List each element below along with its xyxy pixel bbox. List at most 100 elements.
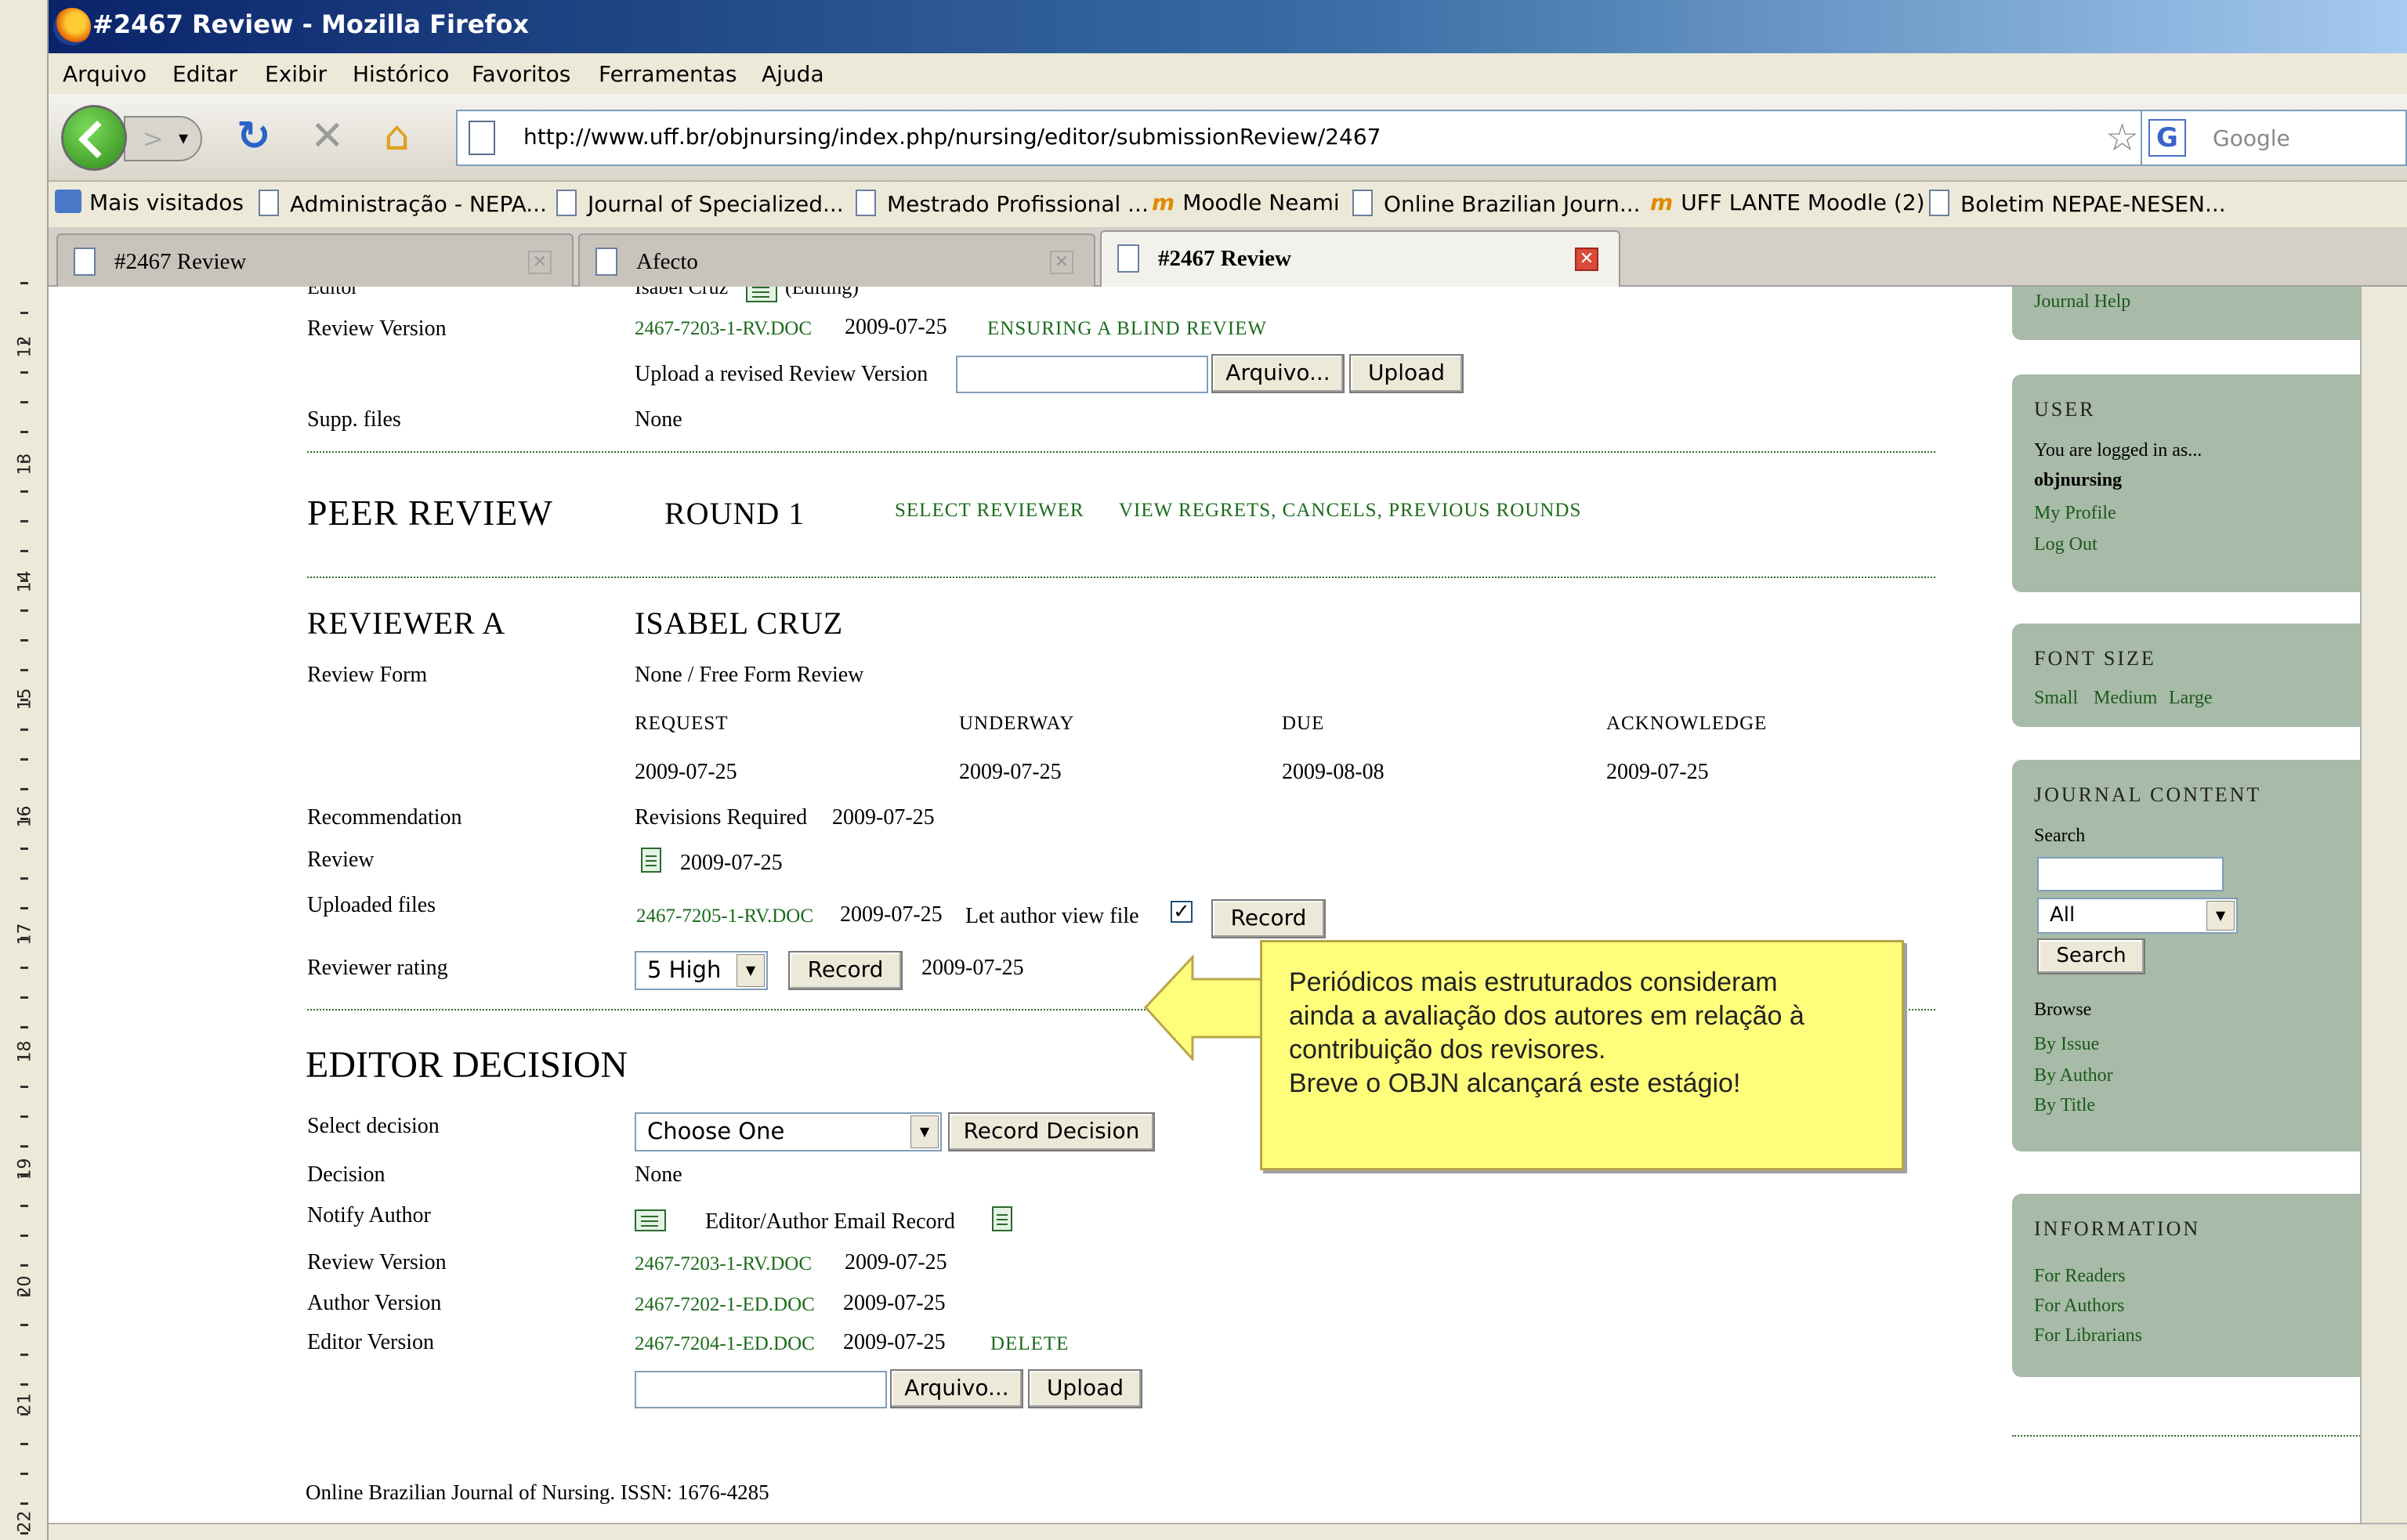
font-large-link[interactable]: Large bbox=[2169, 688, 2213, 709]
by-title-link[interactable]: By Title bbox=[2034, 1095, 2095, 1116]
reviewer-rating-label: Reviewer rating bbox=[307, 956, 448, 980]
review-file-link[interactable]: 2467-7203-1-RV.DOC bbox=[635, 1253, 812, 1275]
browse-button[interactable]: Arquivo... bbox=[1211, 354, 1345, 393]
search-placeholder[interactable]: Google bbox=[2213, 125, 2290, 151]
for-readers-link[interactable]: For Readers bbox=[2034, 1266, 2126, 1287]
ruler-tick bbox=[20, 1294, 28, 1296]
bookmark-item[interactable]: Administração - NEPA... bbox=[259, 190, 547, 217]
ruler-tick bbox=[20, 1383, 28, 1386]
editor-file-input[interactable] bbox=[635, 1371, 887, 1408]
log-out-link[interactable]: Log Out bbox=[2034, 534, 2098, 555]
delete-link[interactable]: DELETE bbox=[990, 1333, 1069, 1355]
menu-ferramentas[interactable]: Ferramentas bbox=[599, 61, 737, 87]
bookmark-item[interactable]: m UFF LANTE Moodle (2) bbox=[1650, 190, 1925, 215]
by-author-link[interactable]: By Author bbox=[2034, 1065, 2113, 1086]
font-size-heading: FONT SIZE bbox=[2034, 647, 2156, 670]
page-icon bbox=[469, 121, 495, 155]
stop-icon[interactable]: ✕ bbox=[310, 111, 345, 161]
let-author-view-checkbox[interactable]: ✓ bbox=[1171, 901, 1193, 923]
ruler-tick bbox=[20, 788, 28, 790]
sidebar-search-input[interactable] bbox=[2037, 857, 2224, 891]
bookmark-item[interactable]: Online Brazilian Journ... bbox=[1352, 190, 1641, 217]
bookmark-item[interactable]: Boletim NEPAE-NESEN... bbox=[1929, 190, 2226, 217]
tab-review-1[interactable]: #2467 Review ✕ bbox=[56, 233, 574, 287]
column-due: DUE bbox=[1282, 713, 1325, 734]
decision-select[interactable]: Choose One ▼ bbox=[635, 1112, 942, 1151]
user-box: USER You are logged in as... objnursing … bbox=[2012, 374, 2360, 592]
revised-file-input[interactable] bbox=[956, 356, 1208, 393]
rating-select[interactable]: 5 High ▼ bbox=[635, 951, 768, 990]
for-librarians-link[interactable]: For Librarians bbox=[2034, 1325, 2142, 1347]
bookmark-star-icon[interactable]: ☆ bbox=[2105, 116, 2139, 160]
menu-exibir[interactable]: Exibir bbox=[265, 61, 327, 87]
menu-favoritos[interactable]: Favoritos bbox=[472, 61, 570, 87]
document-icon[interactable] bbox=[641, 848, 661, 873]
tab-review-active[interactable]: #2467 Review ✕ bbox=[1100, 230, 1620, 287]
record-file-button[interactable]: Record bbox=[1211, 899, 1326, 938]
upload-button[interactable]: Upload bbox=[1028, 1369, 1142, 1408]
bookmark-item[interactable]: m Moodle Neami bbox=[1152, 190, 1340, 215]
google-icon[interactable]: G bbox=[2148, 119, 2186, 157]
record-decision-button[interactable]: Record Decision bbox=[948, 1112, 1155, 1151]
record-rating-button[interactable]: Record bbox=[788, 951, 903, 990]
bookmark-item[interactable]: Mestrado Profissional ... bbox=[856, 190, 1149, 217]
editor-file-link[interactable]: 2467-7204-1-ED.DOC bbox=[635, 1333, 815, 1355]
search-scope-select[interactable]: All ▼ bbox=[2037, 898, 2238, 934]
menu-ajuda[interactable]: Ajuda bbox=[762, 61, 824, 87]
email-icon[interactable] bbox=[746, 287, 777, 302]
tab-afecto[interactable]: Afecto ✕ bbox=[578, 233, 1095, 287]
for-authors-link[interactable]: For Authors bbox=[2034, 1296, 2124, 1317]
moodle-icon: m bbox=[1650, 190, 1674, 215]
ruler-label: 21 bbox=[15, 1393, 35, 1415]
journal-help-link[interactable]: Journal Help bbox=[2034, 291, 2130, 313]
menu-arquivo[interactable]: Arquivo bbox=[63, 61, 147, 87]
uploaded-file-link[interactable]: 2467-7205-1-RV.DOC bbox=[636, 906, 813, 927]
by-issue-link[interactable]: By Issue bbox=[2034, 1034, 2099, 1055]
ruler-label: 22 bbox=[15, 1510, 35, 1533]
chevron-down-icon[interactable]: ▼ bbox=[910, 1115, 939, 1148]
close-tab-icon[interactable]: ✕ bbox=[1575, 248, 1598, 271]
vertical-scrollbar[interactable] bbox=[2360, 287, 2407, 1523]
bookmark-item[interactable]: Mais visitados bbox=[55, 190, 244, 215]
blind-review-link[interactable]: ENSURING A BLIND REVIEW bbox=[987, 318, 1267, 340]
font-small-link[interactable]: Small bbox=[2034, 688, 2078, 709]
browse-button[interactable]: Arquivo... bbox=[890, 1369, 1023, 1408]
document-icon[interactable] bbox=[992, 1206, 1012, 1231]
editor-version-label: Editor Version bbox=[307, 1330, 435, 1354]
menu-historico[interactable]: Histórico bbox=[353, 61, 449, 87]
uploaded-date: 2009-07-25 bbox=[840, 902, 943, 927]
reload-icon[interactable]: ↻ bbox=[237, 111, 271, 161]
review-version-label: Review Version bbox=[307, 1250, 447, 1274]
home-icon[interactable]: ⌂ bbox=[384, 111, 410, 161]
address-bar[interactable]: http://www.uff.br/objnursing/index.php/n… bbox=[456, 110, 2195, 166]
close-tab-icon[interactable]: ✕ bbox=[528, 251, 552, 274]
select-decision-label: Select decision bbox=[307, 1114, 440, 1138]
my-profile-link[interactable]: My Profile bbox=[2034, 503, 2116, 524]
bookmark-item[interactable]: Journal of Specialized... bbox=[556, 190, 844, 217]
tab-label: #2467 Review bbox=[114, 249, 247, 274]
chevron-down-icon[interactable]: ▼ bbox=[2206, 901, 2235, 931]
forward-button[interactable]: > ▾ bbox=[124, 116, 202, 161]
view-regrets-link[interactable]: VIEW REGRETS, CANCELS, PREVIOUS ROUNDS bbox=[1119, 500, 1581, 522]
horizontal-scrollbar[interactable] bbox=[49, 1523, 2407, 1540]
footer-text: Online Brazilian Journal of Nursing. ISS… bbox=[306, 1480, 769, 1504]
sidebar-search-button[interactable]: Search bbox=[2037, 938, 2145, 974]
chevron-down-icon[interactable]: ▼ bbox=[737, 954, 765, 987]
select-reviewer-link[interactable]: SELECT REVIEWER bbox=[895, 500, 1084, 522]
review-file-link[interactable]: 2467-7203-1-RV.DOC bbox=[635, 318, 812, 340]
decision-label: Decision bbox=[307, 1162, 385, 1187]
author-file-link[interactable]: 2467-7202-1-ED.DOC bbox=[635, 1294, 815, 1316]
url-text[interactable]: http://www.uff.br/objnursing/index.php/n… bbox=[523, 124, 1381, 150]
callout-annotation: Periódicos mais estruturados consideram … bbox=[1144, 940, 1912, 1175]
page-icon bbox=[1117, 244, 1139, 273]
page-content: Editor Isabel Cruz (Editing) Review Vers… bbox=[49, 287, 2360, 1523]
font-medium-link[interactable]: Medium bbox=[2094, 688, 2157, 709]
menu-editar[interactable]: Editar bbox=[172, 61, 237, 87]
history-dropdown-icon[interactable]: ▾ bbox=[179, 127, 188, 149]
back-button[interactable] bbox=[61, 105, 127, 171]
email-icon[interactable] bbox=[635, 1209, 666, 1231]
upload-button[interactable]: Upload bbox=[1349, 354, 1464, 393]
close-tab-icon[interactable]: ✕ bbox=[1050, 251, 1073, 274]
due-date-link[interactable]: 2009-08-08 bbox=[1282, 760, 1384, 785]
search-bar[interactable]: G Google bbox=[2141, 110, 2407, 166]
